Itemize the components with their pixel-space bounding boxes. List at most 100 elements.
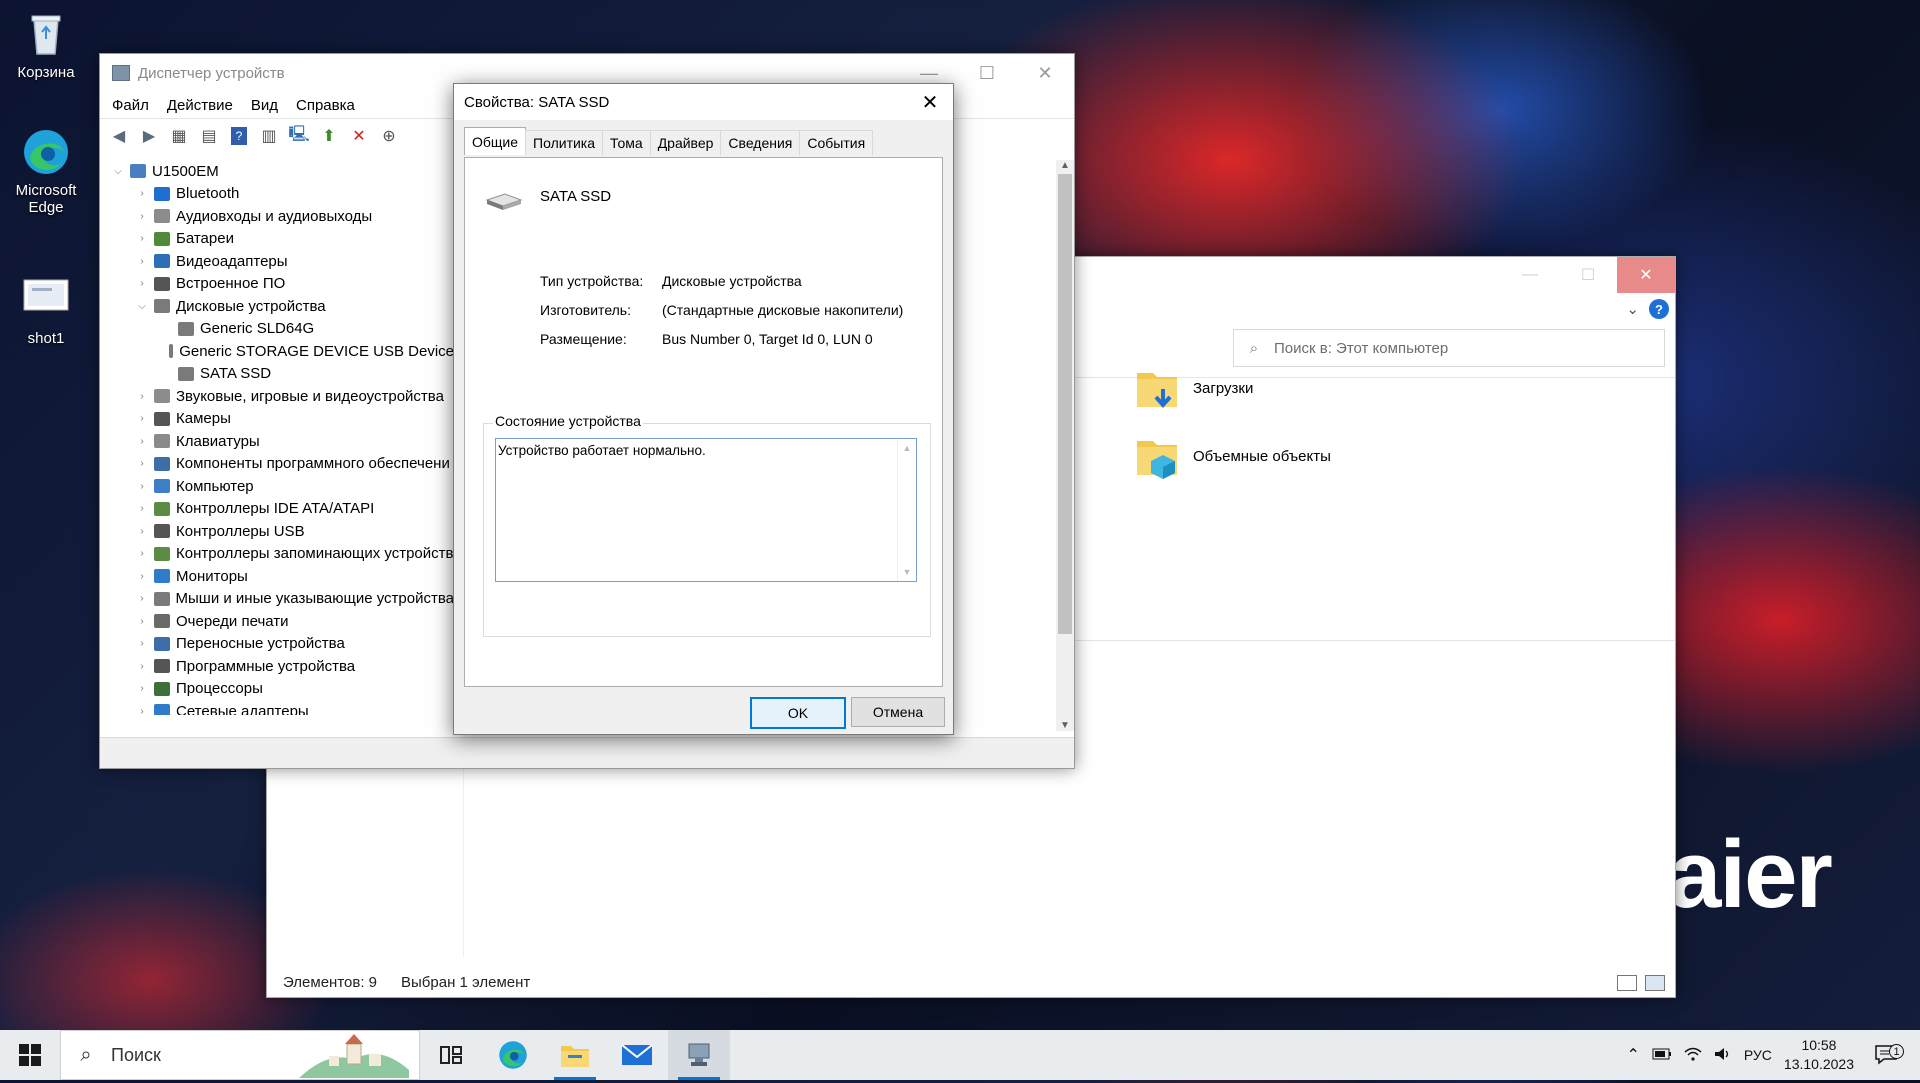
update-driver-icon[interactable]: ⬆ <box>316 123 342 149</box>
device-tree-node[interactable]: › Bluetooth <box>100 183 454 206</box>
scroll-down-arrow[interactable]: ▼ <box>1056 720 1074 731</box>
device-tree-node[interactable]: › Контроллеры IDE ATA/ATAPI <box>100 498 454 521</box>
device-tree-node[interactable]: › Сетевые адаптеры <box>100 700 454 715</box>
desktop-icon-shot1[interactable]: shot1 <box>6 276 86 347</box>
show-hide-console-tree-icon[interactable]: ▦ <box>166 123 192 149</box>
scroll-thumb[interactable] <box>1058 174 1072 634</box>
taskbar-mail[interactable] <box>606 1030 668 1080</box>
device-tree-node[interactable]: › Встроенное ПО <box>100 273 454 296</box>
device-tree[interactable]: ⌵ U1500EM › Bluetooth › Аудиовходы и аудиовых… <box>100 160 454 715</box>
folder-3d-objects[interactable]: Объемные объекты <box>1135 433 1331 479</box>
chevron-right-icon[interactable]: › <box>136 256 148 267</box>
device-tree-node[interactable]: › Процессоры <box>100 678 454 701</box>
device-status-textbox[interactable]: Устройство работает нормально. ▲ ▼ <box>495 438 917 582</box>
menu-action[interactable]: Действие <box>167 97 233 114</box>
tab-driver[interactable]: Драйвер <box>649 130 722 155</box>
disable-device-icon[interactable]: ⊕ <box>376 123 402 149</box>
device-tree-node[interactable]: › Контроллеры USB <box>100 520 454 543</box>
device-tree-node[interactable]: › Камеры <box>100 408 454 431</box>
start-button[interactable] <box>0 1030 60 1080</box>
chevron-up-icon[interactable]: ⌃ <box>1626 1045 1639 1065</box>
maximize-button[interactable]: ☐ <box>1559 257 1617 293</box>
clock[interactable]: 10:58 13.10.2023 <box>1784 1036 1854 1074</box>
chevron-right-icon[interactable]: › <box>136 683 148 694</box>
chevron-right-icon[interactable]: › <box>136 638 148 649</box>
uninstall-device-icon[interactable]: ✕ <box>346 123 372 149</box>
tab-details[interactable]: Сведения <box>720 130 801 155</box>
taskbar-file-explorer[interactable] <box>544 1030 606 1080</box>
taskbar-device-manager[interactable] <box>668 1030 730 1080</box>
volume-icon[interactable] <box>1714 1047 1732 1064</box>
properties-icon[interactable]: ▤ <box>196 123 222 149</box>
device-tree-node[interactable]: › Аудиовходы и аудиовыходы <box>100 205 454 228</box>
dialog-close-button[interactable]: ✕ <box>907 84 953 120</box>
input-language[interactable]: РУС <box>1744 1047 1772 1063</box>
desktop-icon-edge[interactable]: Microsoft Edge <box>6 128 86 216</box>
device-tree-node[interactable]: Generic SLD64G <box>100 318 454 341</box>
scroll-up-arrow[interactable]: ▲ <box>1056 160 1074 171</box>
chevron-right-icon[interactable]: › <box>136 211 148 222</box>
action-center-button[interactable]: 1 <box>1866 1044 1906 1065</box>
chevron-right-icon[interactable]: › <box>136 278 148 289</box>
chevron-right-icon[interactable]: › <box>136 458 148 469</box>
chevron-right-icon[interactable]: › <box>136 706 148 715</box>
menu-help[interactable]: Справка <box>296 97 355 114</box>
ok-button[interactable]: OK <box>750 697 846 729</box>
minimize-button[interactable]: — <box>1501 257 1559 293</box>
chevron-down-icon[interactable]: ⌄ <box>1626 300 1639 318</box>
wifi-icon[interactable] <box>1684 1047 1702 1064</box>
vertical-scrollbar[interactable]: ▲ ▼ <box>1056 160 1074 731</box>
chevron-right-icon[interactable]: › <box>136 616 148 627</box>
device-tree-node[interactable]: SATA SSD <box>100 363 454 386</box>
device-tree-node[interactable]: › Компоненты программного обеспечени <box>100 453 454 476</box>
desktop-icon-recycle-bin[interactable]: Корзина <box>6 10 86 81</box>
device-tree-node[interactable]: ⌵ U1500EM <box>100 160 454 183</box>
back-icon[interactable]: ◀ <box>106 123 132 149</box>
device-tree-node[interactable]: › Клавиатуры <box>100 430 454 453</box>
chevron-right-icon[interactable]: › <box>136 571 148 582</box>
device-tree-node[interactable]: › Программные устройства <box>100 655 454 678</box>
device-tree-node[interactable]: › Очереди печати <box>100 610 454 633</box>
chevron-down-icon[interactable]: ⌵ <box>136 301 148 312</box>
forward-icon[interactable]: ▶ <box>136 123 162 149</box>
device-tree-node[interactable]: › Контроллеры запоминающих устройств <box>100 543 454 566</box>
large-icons-view-icon[interactable] <box>1645 975 1665 991</box>
tab-volumes[interactable]: Тома <box>602 130 651 155</box>
close-button[interactable]: ✕ <box>1617 257 1675 293</box>
chevron-right-icon[interactable]: › <box>136 661 148 672</box>
chevron-right-icon[interactable]: › <box>136 413 148 424</box>
menu-file[interactable]: Файл <box>112 97 149 114</box>
device-tree-node[interactable]: › Мыши и иные указывающие устройства <box>100 588 454 611</box>
taskbar-edge[interactable] <box>482 1030 544 1080</box>
details-view-icon[interactable] <box>1617 975 1637 991</box>
maximize-button[interactable]: ☐ <box>958 54 1016 92</box>
cancel-button[interactable]: Отмена <box>851 697 945 727</box>
device-tree-node[interactable]: › Звуковые, игровые и видеоустройства <box>100 385 454 408</box>
battery-icon[interactable] <box>1652 1047 1672 1063</box>
chevron-down-icon[interactable]: ⌵ <box>112 166 124 177</box>
device-tree-node[interactable]: › Батареи <box>100 228 454 251</box>
chevron-right-icon[interactable]: › <box>136 503 148 514</box>
scan-hardware-icon[interactable]: 🖳 <box>286 123 312 149</box>
device-tree-node[interactable]: › Переносные устройства <box>100 633 454 656</box>
chevron-right-icon[interactable]: › <box>136 526 148 537</box>
device-tree-node[interactable]: › Мониторы <box>100 565 454 588</box>
help-icon[interactable]: ? <box>1649 299 1669 319</box>
folder-downloads[interactable]: Загрузки <box>1135 365 1253 411</box>
textbox-scrollbar[interactable]: ▲ ▼ <box>897 439 916 581</box>
action-pane-icon[interactable]: ▥ <box>256 123 282 149</box>
task-view-button[interactable] <box>420 1030 482 1080</box>
scroll-up-arrow[interactable]: ▲ <box>898 443 916 453</box>
chevron-right-icon[interactable]: › <box>136 188 148 199</box>
tab-events[interactable]: События <box>799 130 874 155</box>
device-tree-node[interactable]: ⌵ Дисковые устройства <box>100 295 454 318</box>
tab-policy[interactable]: Политика <box>525 130 604 155</box>
device-tree-node[interactable]: Generic STORAGE DEVICE USB Device <box>100 340 454 363</box>
device-tree-node[interactable]: › Компьютер <box>100 475 454 498</box>
chevron-right-icon[interactable]: › <box>136 391 148 402</box>
close-button[interactable]: ✕ <box>1016 54 1074 92</box>
tab-general[interactable]: Общие <box>464 127 527 155</box>
chevron-right-icon[interactable]: › <box>136 436 148 447</box>
properties-dialog[interactable]: Свойства: SATA SSD ✕ Общие Политика Тома… <box>453 83 954 735</box>
taskbar-search-box[interactable]: ⌕ Поиск <box>60 1030 420 1080</box>
